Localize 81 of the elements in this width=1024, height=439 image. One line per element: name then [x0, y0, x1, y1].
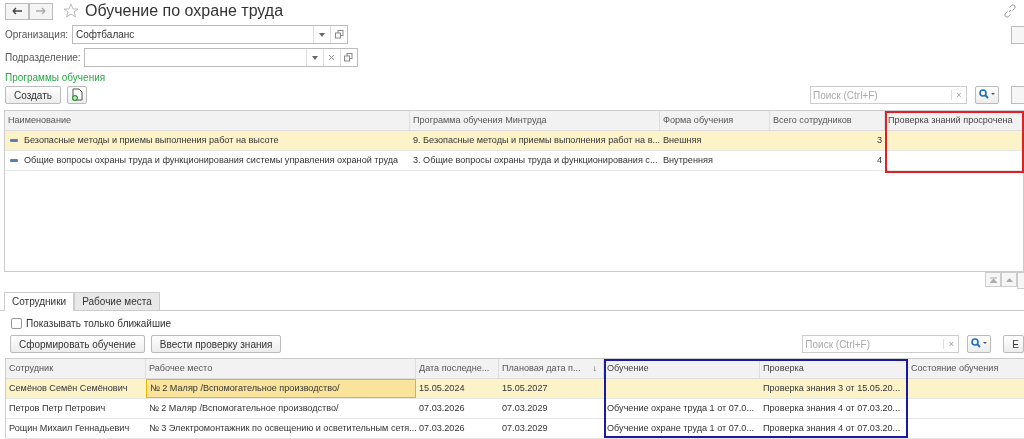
table-cell-text: Внешняя	[663, 134, 702, 147]
table-cell-text: № 2 Маляр /Вспомогательное производство/	[150, 382, 340, 395]
back-arrow-icon	[12, 7, 22, 15]
back-button[interactable]	[5, 2, 29, 20]
organization-field[interactable]: Софтбаланс	[72, 25, 348, 44]
cut-off-button[interactable]	[1011, 25, 1024, 44]
table-cell-text: 07.03.2026	[419, 422, 465, 435]
table-row[interactable]: Безопасные методы и приемы выполнения работ на высоте 9. Безопасные методы и приемы выполнения работ на в... Внешняя 3	[5, 131, 1023, 151]
checkbox[interactable]	[11, 317, 22, 329]
action-button[interactable]: Сформировать обучение	[10, 335, 145, 353]
column-header[interactable]: Плановая дата п... ↓	[499, 359, 604, 378]
table-cell-text: Семёнов Семён Семёнович	[9, 382, 128, 395]
link-icon[interactable]	[1003, 4, 1017, 18]
cut-off-button[interactable]	[1017, 272, 1024, 289]
table-cell-text: Общие вопросы охраны труда и функционирования системы управления охраной труда	[24, 154, 399, 167]
checkbox-label: Показывать только ближайшие	[26, 317, 172, 329]
open-icon	[334, 30, 344, 39]
column-header[interactable]: Обучение	[604, 359, 760, 378]
table-row[interactable]: Общие вопросы охраны труда и функционирования системы управления охраной труда 3. Общие вопросы охраны труда и функционирования с... Внутренняя 4	[5, 151, 1023, 171]
table-row[interactable]: Семёнов Семён Семёнович № 2 Маляр /Вспомогательное производство/ 15.05.2024 15.05.2027 Проверка знания 3 от 15.05.20...	[6, 379, 1024, 399]
column-header[interactable]: Всего сотрудников	[770, 111, 885, 130]
table-cell-text: 07.03.2029	[502, 422, 548, 435]
search-icon	[971, 338, 988, 348]
table-cell-text: Обучение охране труда 1 от 07.0...	[607, 402, 754, 415]
scroll-up-button[interactable]	[1001, 272, 1017, 287]
column-header[interactable]: Проверка	[760, 359, 908, 378]
add-document-button[interactable]	[67, 86, 87, 104]
table-cell-text: 15.05.2027	[502, 382, 548, 395]
column-header[interactable]: Программа обучения Минтруда	[410, 111, 660, 130]
table-cell-text: Проверка знания 4 от 07.03.20...	[763, 422, 901, 435]
item-icon	[10, 138, 18, 143]
table-cell-text: Петров Петр Петрович	[9, 402, 106, 415]
table-cell-text: Проверка знания 4 от 07.03.20...	[763, 402, 901, 415]
document-add-icon	[71, 87, 83, 101]
table-cell-text: 4	[876, 154, 882, 167]
tab[interactable]: Рабочие места	[74, 292, 160, 310]
search-button[interactable]	[975, 86, 999, 104]
window-title: Обучение по охране труда	[85, 2, 284, 20]
table-cell-text: Проверка знания 3 от 15.05.20...	[763, 382, 901, 395]
table-cell-text: Внутренняя	[663, 154, 713, 167]
table-cell-text: 07.03.2029	[502, 402, 548, 415]
forward-arrow-icon	[36, 7, 46, 15]
column-header[interactable]: Проверка знаний просрочена	[885, 111, 1024, 130]
department-field[interactable]	[83, 48, 358, 67]
organization-label: Организация:	[5, 29, 69, 40]
cut-off-button[interactable]	[1011, 86, 1024, 104]
item-icon	[10, 158, 18, 163]
table-row[interactable]: Петров Петр Петрович № 2 Маляр /Вспомогательное производство/ 07.03.2026 07.03.2029 Обучение охране труда 1 от 07.0... Проверка знания 4 от 07.03.20...	[6, 399, 1024, 419]
clear-icon	[328, 54, 336, 61]
action-button[interactable]: Ввести проверку знания	[150, 335, 282, 353]
table-cell-text: 3. Общие вопросы охраны труда и функционирования с...	[413, 154, 658, 167]
dropdown-icon	[319, 32, 325, 37]
search-icon	[979, 89, 995, 99]
table-cell-text: 3	[876, 134, 882, 147]
table-cell-text: 07.03.2026	[419, 402, 465, 415]
scroll-top-button[interactable]	[985, 272, 1001, 287]
open-icon	[344, 53, 354, 62]
department-label: Подразделение:	[5, 52, 81, 63]
table-cell-text: Рощин Михаил Геннадьевич	[9, 422, 130, 435]
table-cell-text: 15.05.2024	[419, 382, 465, 395]
section-title: Программы обучения	[4, 72, 107, 84]
column-header[interactable]: Рабочее место	[146, 359, 416, 378]
column-header[interactable]: Сотрудник	[6, 359, 146, 378]
table-cell-text: № 3 Электромонтажник по освещению и осветительным сетя...	[149, 422, 417, 435]
search-button[interactable]	[967, 335, 992, 353]
column-header[interactable]: Наименование	[5, 111, 410, 130]
scroll-up-icon	[1005, 277, 1013, 282]
dropdown-icon	[311, 55, 318, 60]
column-header[interactable]: Состояние обучения	[908, 359, 1024, 378]
create-button[interactable]: Создать	[5, 86, 61, 104]
table-cell-text: Обучение охране труда 1 от 07.0...	[607, 422, 754, 435]
column-header[interactable]: Дата последне...	[416, 359, 499, 378]
star-icon[interactable]	[63, 3, 79, 19]
table-cell-text: Безопасные методы и приемы выполнения работ на высоте	[24, 134, 279, 147]
more-button[interactable]: Е	[1003, 335, 1024, 353]
table-cell-text: 9. Безопасные методы и приемы выполнения работ на в...	[413, 134, 661, 147]
table-cell-text: № 2 Маляр /Вспомогательное производство/	[149, 402, 339, 415]
scroll-top-icon	[989, 276, 997, 283]
tab[interactable]: Сотрудники	[4, 292, 75, 311]
table-row[interactable]: Рощин Михаил Геннадьевич № 3 Электромонтажник по освещению и осветительным сетя... 07.03.2026 07.03.2029 Обучение охране труда 1 от 07.0... Проверка знания 4 от 07.03.20...	[6, 419, 1024, 439]
column-header[interactable]: Форма обучения	[660, 111, 770, 130]
